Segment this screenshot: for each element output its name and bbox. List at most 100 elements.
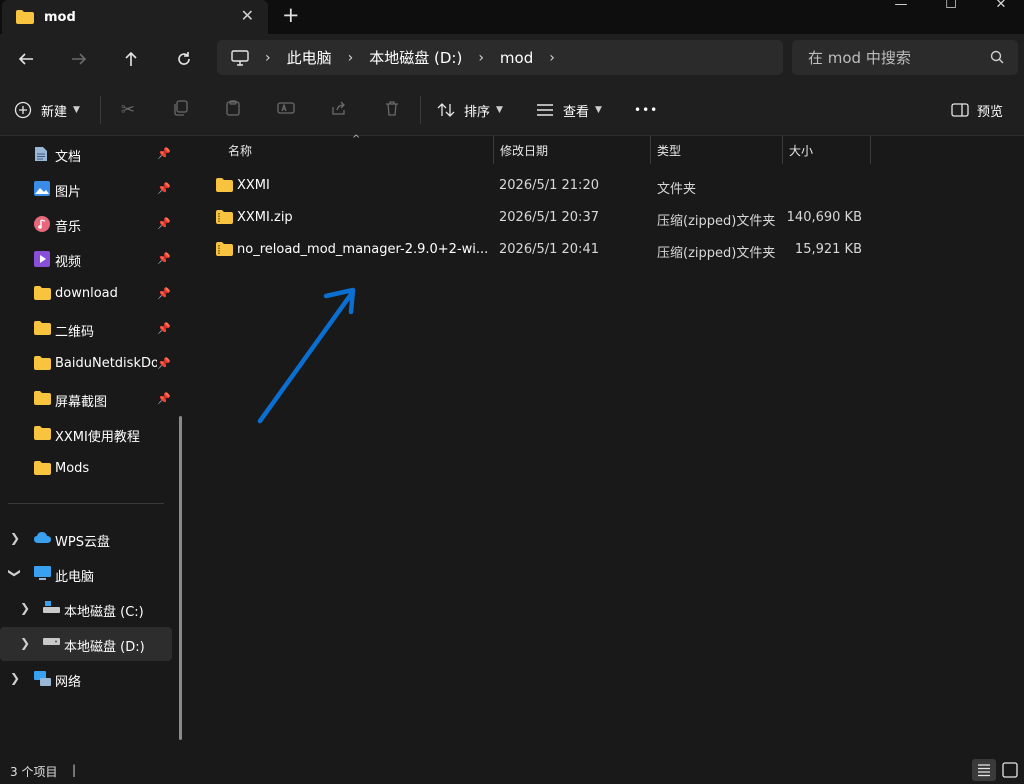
drive-c-icon: [43, 601, 60, 613]
copy-icon[interactable]: [170, 100, 192, 122]
documents-icon: [35, 147, 47, 161]
sort-ascending-icon: ^: [352, 134, 361, 145]
column-divider[interactable]: [650, 136, 651, 164]
sort-button[interactable]: 排序 ▼: [437, 98, 503, 122]
sidebar-item-screenshots[interactable]: 屏幕截图 📌: [0, 382, 172, 416]
status-divider: |: [72, 763, 77, 777]
sidebar-item-drive-c[interactable]: ❯ 本地磁盘 (C:): [0, 592, 172, 626]
sort-icon: [437, 103, 455, 117]
navigation-pane: 文档 📌 图片 📌 音乐 📌 视频 📌 download 📌 二维码 �: [0, 136, 188, 756]
sidebar-item-mods[interactable]: Mods: [0, 452, 172, 486]
column-divider[interactable]: [870, 136, 871, 164]
address-bar[interactable]: › 此电脑 › 本地磁盘 (D:) › mod ›: [217, 40, 783, 75]
sidebar-item-wps-cloud[interactable]: ❯ WPS云盘: [0, 522, 172, 556]
drive-icon: [43, 638, 60, 645]
chevron-right-icon[interactable]: ❯: [10, 531, 20, 545]
sidebar-item-label: 音乐: [55, 220, 82, 235]
delete-icon[interactable]: [381, 100, 403, 122]
table-row[interactable]: XXMI 2026/5/1 21:20 文件夹: [212, 169, 872, 201]
rename-icon[interactable]: [275, 100, 297, 122]
column-divider[interactable]: [782, 136, 783, 164]
more-options-button[interactable]: •••: [634, 98, 658, 122]
pin-icon: 📌: [157, 182, 171, 195]
pin-icon: 📌: [157, 217, 171, 230]
sidebar-item-label: BaiduNetdiskDownload: [55, 356, 157, 371]
sidebar-item-xxmi-tutorial[interactable]: XXMI使用教程: [0, 417, 172, 451]
refresh-button[interactable]: [171, 46, 197, 72]
sidebar-item-label: Mods: [55, 461, 90, 476]
tab-title: mod: [44, 9, 76, 25]
search-box[interactable]: 在 mod 中搜索: [792, 40, 1018, 75]
column-header-name[interactable]: 名称: [228, 142, 252, 159]
forward-button[interactable]: [66, 46, 92, 72]
up-button[interactable]: [118, 46, 144, 72]
folder-icon: [34, 391, 51, 405]
sidebar-item-network[interactable]: ❯ 网络: [0, 662, 172, 696]
file-list: ^ 名称 修改日期 类型 大小 XXMI 2026/5/1 21:20 文件夹 …: [192, 134, 1024, 756]
preview-pane-button[interactable]: 预览: [951, 98, 1003, 122]
chevron-right-icon[interactable]: ›: [549, 50, 555, 66]
folder-icon: [34, 461, 51, 475]
chevron-right-icon[interactable]: ›: [348, 50, 354, 66]
table-row[interactable]: no_reload_mod_manager-2.9.0+2-wi... 2026…: [212, 233, 872, 265]
breadcrumb-drive-d[interactable]: 本地磁盘 (D:): [369, 47, 462, 68]
divider: [420, 96, 421, 124]
sidebar-item-download[interactable]: download 📌: [0, 277, 172, 311]
sidebar-item-drive-d[interactable]: ❯ 本地磁盘 (D:): [0, 627, 172, 661]
large-icons-view-button[interactable]: [998, 759, 1022, 781]
back-button[interactable]: [13, 46, 39, 72]
sidebar-item-label: 本地磁盘 (D:): [64, 640, 145, 655]
new-button[interactable]: 新建 ▼: [14, 98, 80, 122]
sidebar-item-pictures[interactable]: 图片 📌: [0, 172, 172, 206]
breadcrumb-mod[interactable]: mod: [500, 49, 533, 67]
chevron-right-icon[interactable]: ❯: [20, 601, 30, 615]
sidebar-item-label: WPS云盘: [55, 535, 110, 550]
cut-icon[interactable]: ✂: [117, 100, 139, 122]
status-bar: 3 个项目 |: [0, 756, 1024, 784]
folder-icon: [34, 426, 51, 440]
sidebar-item-baidunetdisk[interactable]: BaiduNetdiskDownload 📌: [0, 347, 172, 381]
tab-close-button[interactable]: ✕: [241, 6, 254, 25]
sidebar-item-label: 图片: [55, 185, 82, 200]
sidebar-scrollbar[interactable]: [179, 416, 182, 740]
maximize-button[interactable]: ☐: [928, 0, 974, 12]
folder-icon: [16, 10, 34, 24]
view-button[interactable]: 查看 ▼: [536, 98, 602, 122]
new-label: 新建: [41, 104, 68, 120]
sidebar-item-music[interactable]: 音乐 📌: [0, 207, 172, 241]
share-icon[interactable]: [328, 100, 350, 122]
chevron-right-icon[interactable]: ❯: [10, 671, 20, 685]
divider: [8, 503, 164, 504]
close-window-button[interactable]: ✕: [978, 0, 1024, 12]
annotation-arrow-icon: [257, 287, 356, 424]
details-view-button[interactable]: [972, 759, 996, 781]
sidebar-item-label: 本地磁盘 (C:): [64, 605, 144, 620]
tab-mod[interactable]: mod ✕: [2, 0, 268, 34]
folder-icon: [34, 321, 51, 335]
search-input[interactable]: 在 mod 中搜索: [808, 47, 911, 68]
sidebar-item-videos[interactable]: 视频 📌: [0, 242, 172, 276]
breadcrumb-this-pc[interactable]: 此电脑: [287, 47, 332, 68]
minimize-button[interactable]: —: [878, 0, 924, 12]
column-header-type[interactable]: 类型: [657, 142, 681, 159]
column-header-modified[interactable]: 修改日期: [500, 142, 548, 159]
file-modified: 2026/5/1 20:37: [499, 210, 599, 225]
column-divider[interactable]: [493, 136, 494, 164]
arrow-left-icon: [18, 53, 33, 65]
sidebar-item-label: 视频: [55, 255, 82, 270]
chevron-right-icon[interactable]: ❯: [20, 636, 30, 650]
paste-icon[interactable]: [222, 100, 244, 122]
chevron-down-icon[interactable]: ❯: [8, 568, 22, 578]
chevron-right-icon[interactable]: ›: [478, 50, 484, 66]
videos-icon: [34, 251, 50, 267]
computer-icon: [231, 49, 249, 66]
sidebar-item-qrcode[interactable]: 二维码 📌: [0, 312, 172, 346]
column-header-size[interactable]: 大小: [789, 142, 813, 159]
new-tab-button[interactable]: +: [282, 3, 300, 27]
sidebar-item-this-pc[interactable]: ❯ 此电脑: [0, 557, 172, 591]
table-row[interactable]: XXMI.zip 2026/5/1 20:37 压缩(zipped)文件夹 14…: [212, 201, 872, 233]
arrow-up-icon: [125, 51, 137, 66]
sidebar-item-documents[interactable]: 文档 📌: [0, 137, 172, 171]
monitor-icon: [34, 566, 51, 580]
chevron-right-icon[interactable]: ›: [265, 50, 271, 66]
